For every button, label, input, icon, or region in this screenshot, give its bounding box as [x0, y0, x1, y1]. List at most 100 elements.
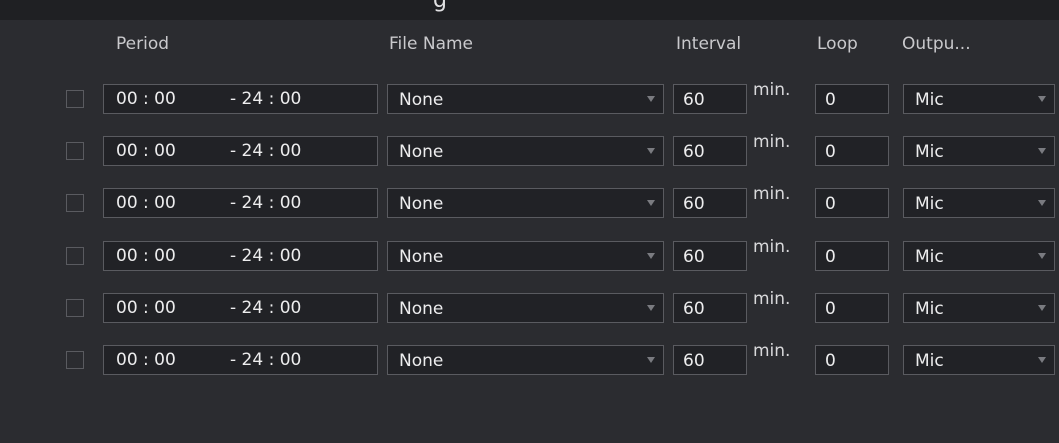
output-value: Mic — [915, 90, 944, 110]
file-name-select[interactable]: None — [387, 136, 664, 166]
caret-down-icon — [647, 305, 655, 311]
loop-value: 0 — [825, 299, 836, 319]
dialog-title-bar: g — [0, 0, 1059, 20]
loop-input[interactable]: 0 — [815, 188, 889, 218]
output-select[interactable]: Mic — [903, 293, 1055, 323]
caret-down-icon — [1038, 357, 1046, 363]
caret-down-icon — [1038, 148, 1046, 154]
period-time-range[interactable]: 00 : 00 - 24 : 00 — [103, 136, 378, 166]
interval-value: 60 — [683, 299, 705, 319]
schedule-row: 00 : 00 - 24 : 00 None 60 min. 0 Mic — [0, 237, 1059, 271]
period-time-range[interactable]: 00 : 00 - 24 : 00 — [103, 188, 378, 218]
dialog-title-fragment: g — [433, 0, 448, 13]
caret-down-icon — [1038, 253, 1046, 259]
interval-input[interactable]: 60 — [673, 84, 747, 114]
loop-value: 0 — [825, 194, 836, 214]
period-time-range[interactable]: 00 : 00 - 24 : 00 — [103, 345, 378, 375]
interval-unit-label: min. — [753, 341, 791, 361]
header-loop: Loop — [817, 34, 858, 54]
row-checkbox[interactable] — [66, 194, 84, 212]
caret-down-icon — [1038, 305, 1046, 311]
output-value: Mic — [915, 194, 944, 214]
interval-input[interactable]: 60 — [673, 293, 747, 323]
caret-down-icon — [1038, 200, 1046, 206]
output-select[interactable]: Mic — [903, 136, 1055, 166]
interval-input[interactable]: 60 — [673, 188, 747, 218]
caret-down-icon — [647, 148, 655, 154]
period-end-time[interactable]: - 24 : 00 — [230, 246, 301, 266]
loop-input[interactable]: 0 — [815, 84, 889, 114]
caret-down-icon — [647, 253, 655, 259]
header-period: Period — [116, 34, 170, 54]
output-select[interactable]: Mic — [903, 84, 1055, 114]
interval-unit-label: min. — [753, 184, 791, 204]
row-checkbox[interactable] — [66, 351, 84, 369]
interval-value: 60 — [683, 194, 705, 214]
interval-input[interactable]: 60 — [673, 136, 747, 166]
loop-value: 0 — [825, 351, 836, 371]
file-name-value: None — [399, 351, 444, 371]
file-name-select[interactable]: None — [387, 84, 664, 114]
interval-unit-label: min. — [753, 289, 791, 309]
output-value: Mic — [915, 351, 944, 371]
header-interval: Interval — [676, 34, 742, 54]
period-start-time[interactable]: 00 : 00 — [116, 350, 176, 370]
schedule-row: 00 : 00 - 24 : 00 None 60 min. 0 Mic — [0, 341, 1059, 375]
interval-input[interactable]: 60 — [673, 241, 747, 271]
output-select[interactable]: Mic — [903, 241, 1055, 271]
period-end-time[interactable]: - 24 : 00 — [230, 350, 301, 370]
file-name-value: None — [399, 194, 444, 214]
row-checkbox[interactable] — [66, 299, 84, 317]
period-end-time[interactable]: - 24 : 00 — [230, 141, 301, 161]
loop-input[interactable]: 0 — [815, 241, 889, 271]
period-start-time[interactable]: 00 : 00 — [116, 298, 176, 318]
schedule-row: 00 : 00 - 24 : 00 None 60 min. 0 Mic — [0, 80, 1059, 114]
output-value: Mic — [915, 299, 944, 319]
caret-down-icon — [647, 200, 655, 206]
interval-value: 60 — [683, 351, 705, 371]
loop-input[interactable]: 0 — [815, 293, 889, 323]
period-time-range[interactable]: 00 : 00 - 24 : 00 — [103, 293, 378, 323]
row-checkbox[interactable] — [66, 90, 84, 108]
period-end-time[interactable]: - 24 : 00 — [230, 193, 301, 213]
row-checkbox[interactable] — [66, 142, 84, 160]
period-start-time[interactable]: 00 : 00 — [116, 89, 176, 109]
interval-unit-label: min. — [753, 237, 791, 257]
period-start-time[interactable]: 00 : 00 — [116, 141, 176, 161]
file-name-value: None — [399, 90, 444, 110]
period-end-time[interactable]: - 24 : 00 — [230, 89, 301, 109]
output-select[interactable]: Mic — [903, 188, 1055, 218]
file-name-select[interactable]: None — [387, 241, 664, 271]
interval-input[interactable]: 60 — [673, 345, 747, 375]
period-time-range[interactable]: 00 : 00 - 24 : 00 — [103, 84, 378, 114]
loop-input[interactable]: 0 — [815, 136, 889, 166]
schedule-row: 00 : 00 - 24 : 00 None 60 min. 0 Mic — [0, 184, 1059, 218]
interval-unit-label: min. — [753, 132, 791, 152]
file-name-select[interactable]: None — [387, 345, 664, 375]
period-time-range[interactable]: 00 : 00 - 24 : 00 — [103, 241, 378, 271]
header-output: Outpu... — [902, 34, 971, 54]
file-name-select[interactable]: None — [387, 293, 664, 323]
output-value: Mic — [915, 142, 944, 162]
interval-value: 60 — [683, 247, 705, 267]
loop-value: 0 — [825, 247, 836, 267]
interval-value: 60 — [683, 90, 705, 110]
schedule-row: 00 : 00 - 24 : 00 None 60 min. 0 Mic — [0, 132, 1059, 166]
loop-value: 0 — [825, 142, 836, 162]
caret-down-icon — [647, 96, 655, 102]
caret-down-icon — [1038, 96, 1046, 102]
header-file-name: File Name — [389, 34, 474, 54]
loop-value: 0 — [825, 90, 836, 110]
period-start-time[interactable]: 00 : 00 — [116, 246, 176, 266]
row-checkbox[interactable] — [66, 247, 84, 265]
period-end-time[interactable]: - 24 : 00 — [230, 298, 301, 318]
caret-down-icon — [647, 357, 655, 363]
schedule-row: 00 : 00 - 24 : 00 None 60 min. 0 Mic — [0, 289, 1059, 323]
file-name-select[interactable]: None — [387, 188, 664, 218]
interval-unit-label: min. — [753, 80, 791, 100]
loop-input[interactable]: 0 — [815, 345, 889, 375]
output-select[interactable]: Mic — [903, 345, 1055, 375]
period-start-time[interactable]: 00 : 00 — [116, 193, 176, 213]
output-value: Mic — [915, 247, 944, 267]
file-name-value: None — [399, 299, 444, 319]
